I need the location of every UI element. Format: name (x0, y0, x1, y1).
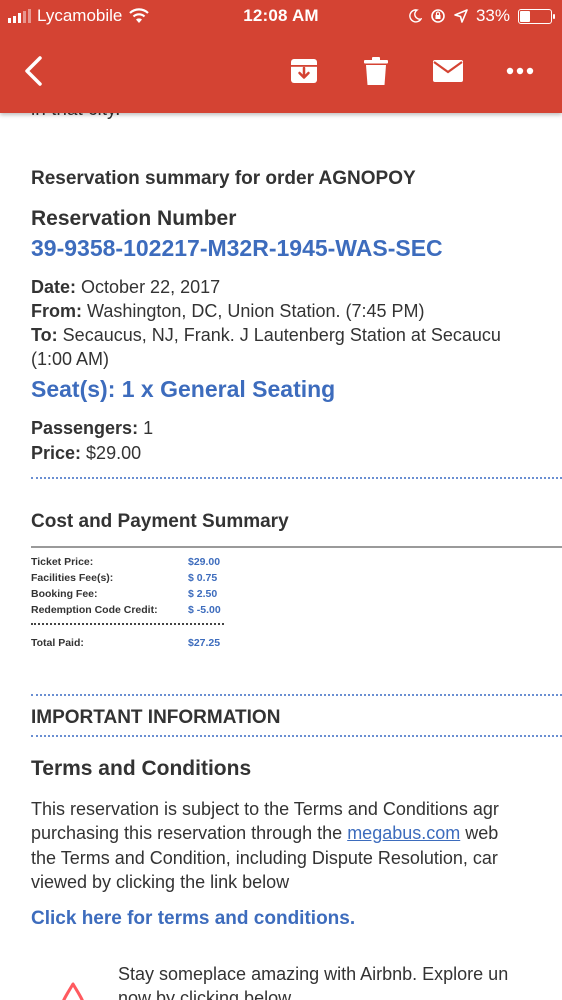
divider (31, 735, 562, 737)
cost-value: $ -5.00 (188, 604, 221, 616)
to-row: To: Secaucus, NJ, Frank. J Lautenberg St… (31, 325, 501, 346)
terms-text-line: purchasing this reservation through the … (31, 823, 498, 844)
total-value: $27.25 (188, 637, 221, 649)
divider (31, 694, 562, 696)
archive-button[interactable] (287, 54, 321, 88)
cost-label: Facilities Fee(s): (31, 572, 114, 584)
moon-icon (409, 9, 422, 23)
terms-heading: Terms and Conditions (31, 757, 252, 780)
status-bar: Lycamobile 12:08 AM 33% (0, 0, 562, 32)
cost-summary-title: Cost and Payment Summary (31, 511, 289, 532)
mail-header: Lycamobile 12:08 AM 33% (0, 0, 562, 113)
terms-conditions-link[interactable]: Click here for terms and conditions. (31, 908, 355, 930)
price-row: Price: $29.00 (31, 443, 141, 464)
more-horizontal-icon (506, 67, 534, 75)
from-value: Washington, DC, Union Station. (7:45 PM) (87, 301, 425, 321)
back-button[interactable] (16, 54, 50, 88)
total-label: Total Paid: (31, 637, 84, 649)
mark-unread-button[interactable] (431, 54, 465, 88)
date-label: Date: (31, 277, 77, 297)
cost-value: $29.00 (188, 556, 221, 568)
airbnb-logo-icon (62, 982, 84, 1000)
battery-icon (518, 8, 555, 24)
terms-text-line: This reservation is subject to the Terms… (31, 799, 499, 819)
reservation-number: 39-9358-102217-M32R-1945-WAS-SEC (31, 235, 443, 261)
airbnb-promo-line: Stay someplace amazing with Airbnb. Expl… (118, 964, 509, 984)
to-value: Secaucus, NJ, Frank. J Lautenberg Statio… (62, 325, 501, 345)
trash-icon (364, 57, 388, 85)
price-value: $29.00 (86, 443, 142, 463)
archive-icon (291, 59, 317, 83)
cost-value: $ 2.50 (188, 588, 218, 600)
to-label: To: (31, 325, 58, 345)
divider (31, 477, 562, 479)
passengers-row: Passengers: 1 (31, 418, 153, 439)
passengers-label: Passengers: (31, 418, 139, 438)
cost-label: Redemption Code Credit: (31, 604, 158, 616)
terms-text-line: viewed by clicking the link below (31, 872, 290, 892)
important-heading: IMPORTANT INFORMATION (31, 707, 281, 728)
email-body: in that city. Reservation summary for or… (0, 113, 562, 1000)
clipped-text: in that city. (31, 113, 120, 121)
date-value: October 22, 2017 (81, 277, 221, 297)
to-time: (1:00 AM) (31, 349, 110, 369)
reservation-label: Reservation Number (31, 207, 237, 230)
more-options-button[interactable] (503, 54, 537, 88)
message-toolbar (0, 36, 562, 108)
divider (31, 546, 562, 548)
passengers-value: 1 (143, 418, 154, 438)
chevron-left-icon (25, 56, 42, 86)
location-arrow-icon (454, 9, 468, 23)
rotation-lock-icon (431, 9, 445, 23)
date-row: Date: October 22, 2017 (31, 277, 220, 298)
seats-line: Seat(s): 1 x General Seating (31, 376, 336, 402)
terms-text: purchasing this reservation through the (31, 823, 348, 843)
from-label: From: (31, 301, 82, 321)
terms-text-line: the Terms and Condition, including Dispu… (31, 848, 498, 868)
battery-percent: 33% (475, 6, 510, 25)
cost-value: $ 0.75 (188, 572, 218, 584)
cost-label: Booking Fee: (31, 588, 98, 600)
order-heading: Reservation summary for order AGNOPOY (31, 168, 416, 189)
divider (31, 623, 224, 625)
delete-button[interactable] (359, 54, 393, 88)
megabus-link[interactable]: megabus.com (347, 823, 460, 843)
price-label: Price: (31, 443, 82, 463)
airbnb-promo-line: now by clicking below (118, 988, 292, 1000)
terms-text: web (460, 823, 499, 843)
mail-icon (433, 60, 463, 82)
from-row: From: Washington, DC, Union Station. (7:… (31, 301, 425, 322)
cost-label: Ticket Price: (31, 556, 94, 568)
